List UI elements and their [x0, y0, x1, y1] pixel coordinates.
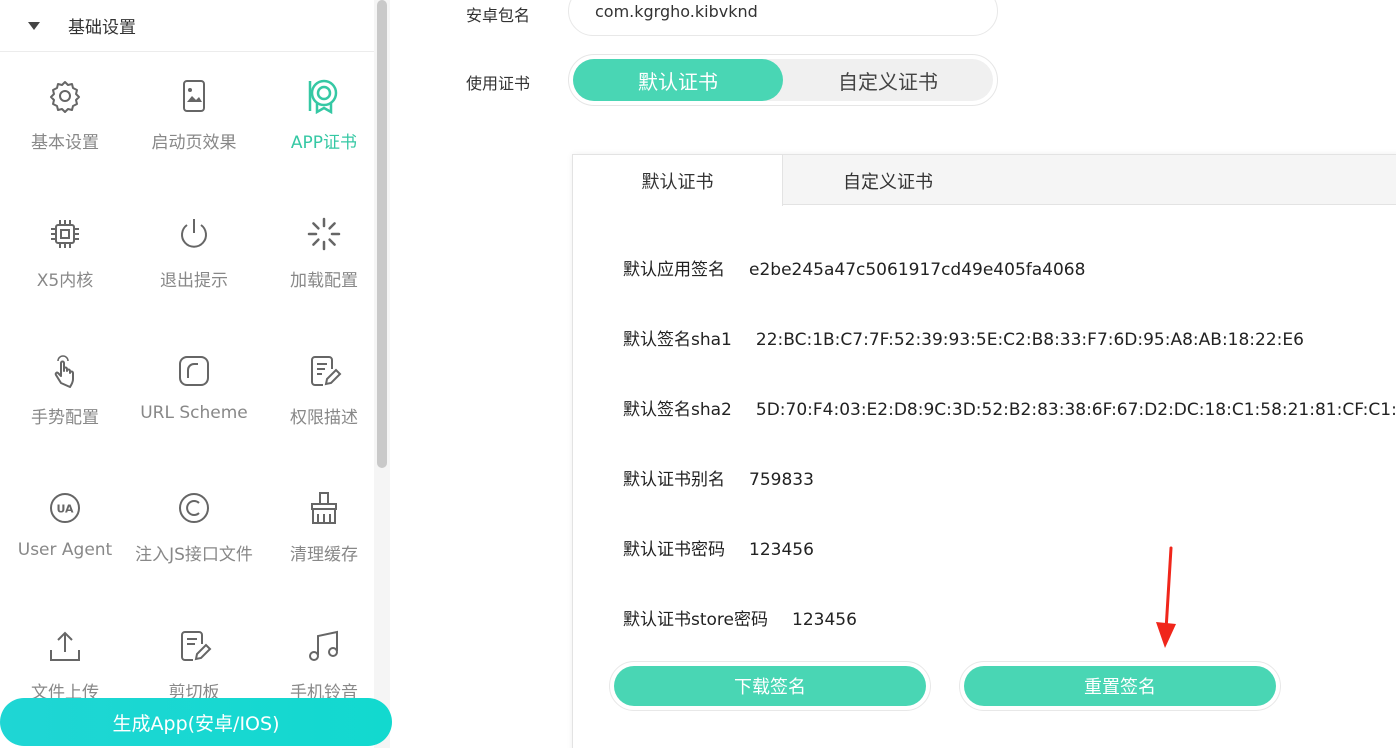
certificate-badge-icon [304, 76, 344, 116]
broom-icon [304, 488, 344, 528]
upload-icon [45, 626, 85, 666]
generate-app-button[interactable]: 生成App(安卓/IOS) [0, 698, 392, 746]
cert-option-default[interactable]: 默认证书 [573, 59, 783, 101]
sidebar: 基础设置 基本设置 启动页效果 APP证书 X5内核 退出提示 加载配置 手势配… [0, 0, 392, 748]
certificate-panel: 默认证书 自定义证书 默认应用签名 e2be245a47c5061917cd49e… [572, 154, 1396, 748]
cert-row: 使用证书 [466, 70, 566, 94]
sidebar-item-url-scheme[interactable]: URL Scheme [129, 327, 259, 437]
sidebar-item-clipboard[interactable]: 剪切板 [129, 602, 259, 712]
sidebar-item-exit-prompt[interactable]: 退出提示 [129, 190, 259, 300]
sidebar-item-splash[interactable]: 启动页效果 [129, 52, 259, 162]
sidebar-item-app-cert[interactable]: APP证书 [259, 52, 389, 162]
info-value: 5D:70:F4:03:E2:D8:9C:3D:52:B2:83:38:6F:6… [755, 400, 1396, 420]
chip-icon [45, 214, 85, 254]
hand-touch-icon [45, 351, 85, 391]
sidebar-item-label: URL Scheme [140, 403, 248, 423]
package-name-value: com.kgrgho.kibvknd [595, 1, 758, 21]
info-key: 默认证书密码 [623, 540, 725, 560]
sidebar-item-inject-js[interactable]: 注入JS接口文件 [129, 464, 259, 574]
loading-spinner-icon [304, 214, 344, 254]
sidebar-item-label: 启动页效果 [151, 133, 237, 153]
sidebar-scrollbar[interactable] [374, 0, 390, 748]
cert-label: 使用证书 [466, 74, 531, 93]
info-key: 默认签名sha2 [623, 400, 732, 420]
info-value: 759833 [749, 470, 814, 490]
reset-signature-label: 重置签名 [964, 666, 1276, 706]
cert-segmented-control: 默认证书 自定义证书 [568, 54, 998, 106]
tab-default-cert[interactable]: 默认证书 [573, 155, 783, 206]
certificate-tabs: 默认证书 自定义证书 [573, 155, 1396, 206]
section-title: 基础设置 [68, 18, 136, 38]
download-signature-label: 下载签名 [614, 666, 926, 706]
sidebar-item-clear-cache[interactable]: 清理缓存 [259, 464, 389, 574]
sidebar-item-label: 清理缓存 [290, 545, 358, 565]
package-name-row: 安卓包名 [466, 2, 566, 26]
caret-down-icon [28, 21, 40, 30]
info-key: 默认证书store密码 [623, 610, 768, 630]
info-row-alias: 默认证书别名 759833 [623, 465, 814, 490]
power-icon [174, 214, 214, 254]
sidebar-item-label: APP证书 [290, 133, 358, 153]
annotation-arrow-icon [1156, 546, 1176, 648]
info-row-app-signature: 默认应用签名 e2be245a47c5061917cd49e405fa4068 [623, 255, 1085, 280]
package-name-input[interactable]: com.kgrgho.kibvknd [568, 0, 998, 36]
sidebar-item-label: 加载配置 [290, 271, 358, 291]
info-value: e2be245a47c5061917cd49e405fa4068 [749, 260, 1086, 280]
info-key: 默认证书别名 [623, 470, 725, 490]
info-value: 123456 [749, 540, 814, 560]
info-row-sha1: 默认签名sha1 22:BC:1B:C7:7F:52:39:93:5E:C2:B8… [623, 325, 1304, 350]
copyright-icon [174, 488, 214, 528]
info-value: 22:BC:1B:C7:7F:52:39:93:5E:C2:B8:33:F7:6… [755, 330, 1304, 350]
info-key: 默认签名sha1 [623, 330, 732, 350]
sidebar-item-x5-kernel[interactable]: X5内核 [0, 190, 130, 300]
sidebar-item-label: 注入JS接口文件 [135, 545, 253, 565]
sidebar-item-label: User Agent [17, 540, 113, 560]
sidebar-item-basic-settings[interactable]: 基本设置 [0, 52, 130, 162]
sidebar-item-label: X5内核 [36, 271, 94, 291]
url-scheme-icon [174, 351, 214, 391]
edit-document-icon [304, 351, 344, 391]
sidebar-item-user-agent[interactable]: UA User Agent [0, 464, 130, 574]
download-signature-button[interactable]: 下载签名 [609, 661, 931, 711]
package-name-label: 安卓包名 [466, 6, 531, 25]
phone-image-icon [174, 76, 214, 116]
sidebar-item-label: 基本设置 [31, 133, 99, 153]
sidebar-item-gesture-config[interactable]: 手势配置 [0, 327, 130, 437]
music-note-icon [304, 626, 344, 666]
sidebar-item-label: 权限描述 [290, 408, 358, 428]
info-key: 默认应用签名 [623, 260, 725, 280]
ua-circle-icon: UA [45, 488, 85, 528]
gear-icon [45, 76, 85, 116]
tab-custom-cert[interactable]: 自定义证书 [783, 155, 993, 206]
sidebar-scrollbar-thumb[interactable] [377, 0, 387, 468]
sidebar-item-ringtone[interactable]: 手机铃音 [259, 602, 389, 712]
sidebar-item-loading-config[interactable]: 加载配置 [259, 190, 389, 300]
sidebar-item-label: 退出提示 [160, 271, 228, 291]
info-row-store-password: 默认证书store密码 123456 [623, 605, 857, 630]
sidebar-item-permission-desc[interactable]: 权限描述 [259, 327, 389, 437]
info-value: 123456 [792, 610, 857, 630]
sidebar-item-file-upload[interactable]: 文件上传 [0, 602, 130, 712]
info-row-sha2: 默认签名sha2 5D:70:F4:03:E2:D8:9C:3D:52:B2:83… [623, 395, 1396, 420]
info-row-password: 默认证书密码 123456 [623, 535, 814, 560]
svg-text:UA: UA [56, 503, 74, 516]
cert-option-custom[interactable]: 自定义证书 [783, 59, 993, 101]
clipboard-edit-icon [174, 626, 214, 666]
reset-signature-button[interactable]: 重置签名 [959, 661, 1281, 711]
section-header[interactable]: 基础设置 [0, 0, 374, 52]
sidebar-item-label: 手势配置 [31, 408, 99, 428]
